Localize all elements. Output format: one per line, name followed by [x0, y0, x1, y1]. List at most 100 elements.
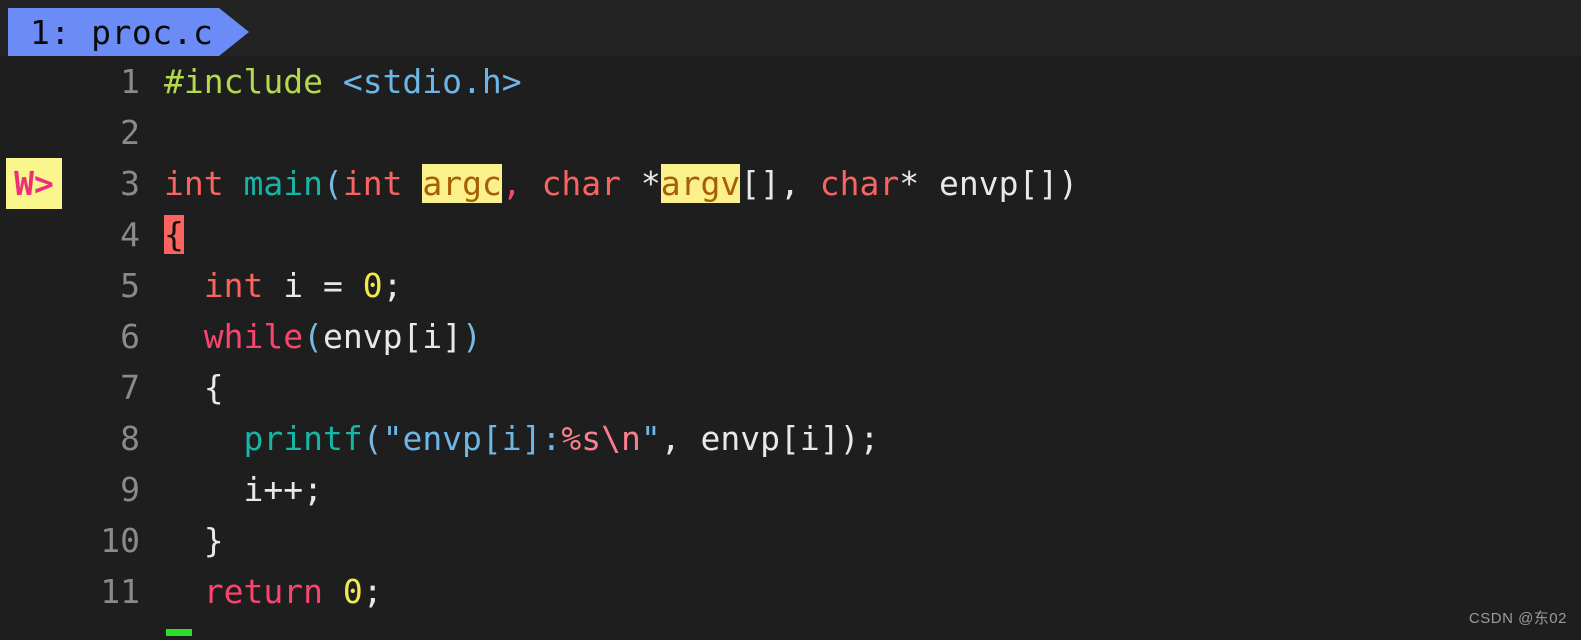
code-area[interactable]: 1 #include <stdio.h> 2 W> 3 int main(int argc…	[0, 56, 1581, 640]
code-token: <stdio.h>	[342, 62, 522, 101]
code-token: int	[203, 266, 264, 305]
line-number: 4	[120, 215, 140, 254]
code-token: argc	[422, 164, 502, 203]
gutter-sign-column	[0, 260, 68, 311]
code-token: envp[i]	[322, 317, 463, 356]
line-text[interactable]: printf("envp[i]:%s\n", envp[i]);	[140, 422, 1581, 455]
code-line[interactable]: W> 3 int main(int argc, char *argv[], char…	[0, 158, 1581, 209]
line-number: 5	[120, 266, 140, 305]
line-number: 10	[100, 521, 140, 560]
code-token: \n	[601, 419, 641, 458]
line-text[interactable]: #include <stdio.h>	[140, 65, 1581, 98]
code-line[interactable]: 6 while(envp[i])	[0, 311, 1581, 362]
code-line[interactable]: 10 }	[0, 515, 1581, 566]
gutter-sign-column	[0, 413, 68, 464]
tab-arrow-shape	[219, 8, 250, 56]
code-line[interactable]: 11 return 0;	[0, 566, 1581, 617]
code-lines: 1 #include <stdio.h> 2 W> 3 int main(int argc…	[0, 56, 1581, 617]
tab-body[interactable]: 1: proc.c	[8, 8, 220, 56]
line-number: 2	[120, 113, 140, 152]
gutter-sign-column	[0, 311, 68, 362]
code-token: main	[243, 164, 323, 203]
gutter-sign-column	[0, 56, 68, 107]
code-token: char	[541, 164, 622, 203]
code-token: ;	[362, 572, 383, 611]
code-line[interactable]: 5 int i = 0;	[0, 260, 1581, 311]
line-number: 9	[120, 470, 140, 509]
line-text[interactable]: while(envp[i])	[140, 320, 1581, 353]
gutter-sign-column	[0, 515, 68, 566]
gutter-sign-column	[0, 464, 68, 515]
code-token: [],	[740, 164, 820, 203]
code-token: ,	[501, 164, 522, 203]
code-token: #include	[164, 62, 323, 101]
code-token: , envp[i]);	[660, 419, 880, 458]
line-text[interactable]: }	[140, 524, 1581, 557]
line-number: 1	[120, 62, 140, 101]
tab-proc-c[interactable]: 1: proc.c	[8, 8, 250, 56]
code-line[interactable]: 9 i++;	[0, 464, 1581, 515]
line-text[interactable]: int i = 0;	[140, 269, 1581, 302]
gutter-sign-column	[0, 107, 68, 158]
line-text[interactable]: {	[140, 215, 1581, 254]
gutter-sign-column	[0, 209, 68, 260]
line-text[interactable]: return 0;	[140, 575, 1581, 608]
code-token: )	[462, 317, 482, 356]
code-line[interactable]: 8 printf("envp[i]:%s\n", envp[i]);	[0, 413, 1581, 464]
line-number: 8	[120, 419, 140, 458]
line-number: 3	[120, 164, 140, 203]
code-token: envp	[939, 164, 1019, 203]
line-text[interactable]: i++;	[140, 473, 1581, 506]
code-token: printf	[243, 419, 363, 458]
text-cursor	[166, 629, 192, 636]
tab-bar: 1: proc.c	[0, 0, 1581, 56]
line-text[interactable]: int main(int argc, char *argv[], char* e…	[140, 164, 1581, 203]
code-token: i++;	[164, 470, 323, 509]
code-token: 0	[342, 572, 363, 611]
code-token: 0	[362, 266, 383, 305]
code-token: *	[640, 164, 661, 203]
code-token: int	[342, 164, 403, 203]
code-token: }	[164, 521, 224, 560]
tab-label: 1: proc.c	[30, 12, 214, 52]
code-token: char	[819, 164, 900, 203]
code-token: "	[640, 419, 661, 458]
code-token: (	[303, 317, 323, 356]
code-line[interactable]: 4{	[0, 209, 1581, 260]
gutter-sign-column	[0, 362, 68, 413]
code-token: [])	[1018, 164, 1079, 203]
code-token: i =	[263, 266, 363, 305]
code-token: *	[899, 164, 939, 203]
line-number: 7	[120, 368, 140, 407]
editor-window: 1: proc.c 1 #include <stdio.h> 2 W> 3 int mai…	[0, 0, 1581, 640]
code-token: %s	[561, 419, 602, 458]
warning-sign-icon[interactable]: W>	[6, 158, 62, 209]
gutter-sign-column: W>	[0, 158, 68, 209]
code-token: {	[164, 368, 224, 407]
code-token: int	[164, 164, 224, 203]
code-token: "envp[i]:	[382, 419, 562, 458]
code-token: while	[203, 317, 304, 356]
code-line[interactable]: 7 {	[0, 362, 1581, 413]
code-line[interactable]: 2	[0, 107, 1581, 158]
code-token: (	[362, 419, 383, 458]
line-number: 11	[100, 572, 140, 611]
code-token: return	[203, 572, 323, 611]
line-number: 6	[120, 317, 140, 356]
code-token: ;	[382, 266, 403, 305]
gutter-sign-column	[0, 566, 68, 617]
line-text[interactable]: {	[140, 371, 1581, 404]
watermark: CSDN @东02	[1468, 610, 1567, 627]
code-line[interactable]: 1 #include <stdio.h>	[0, 56, 1581, 107]
code-token: argv	[660, 164, 741, 203]
